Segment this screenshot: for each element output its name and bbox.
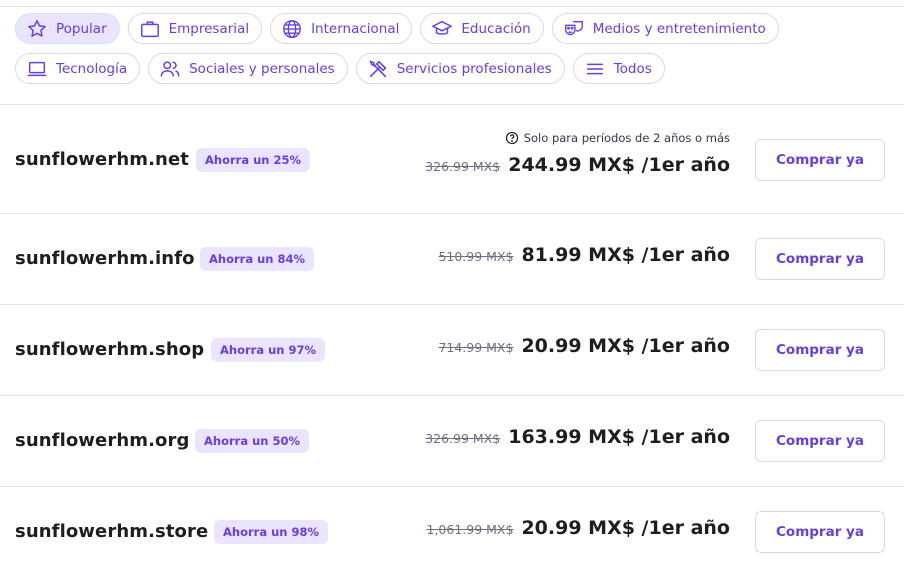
filter-label: Sociales y personales [189,60,335,77]
domain-row-info: sunflowerhm.info Ahorra un 84% 510.99 MX… [0,214,904,305]
star-icon [28,19,46,37]
filter-label: Internacional [311,20,400,37]
discount-badge: Ahorra un 84% [200,247,314,271]
buy-button[interactable]: Comprar ya [755,420,885,462]
category-filters: Popular Empresarial Internacional Educac… [15,13,895,93]
filter-label: Servicios profesionales [396,60,552,77]
domain-name: sunflowerhm.org [15,430,190,451]
discount-badge: Ahorra un 97% [211,338,325,362]
buy-button[interactable]: Comprar ya [755,511,885,553]
price: 510.99 MX$ 81.99 MX$ /1er año [438,244,730,266]
discount-badge: Ahorra un 25% [196,148,310,172]
domain-name: sunflowerhm.info [15,248,195,269]
domain-row-store: sunflowerhm.store Ahorra un 98% 1,061.99… [0,487,904,578]
old-price: 714.99 MX$ [438,340,514,355]
top-divider [0,6,904,7]
domain-row-shop: sunflowerhm.shop Ahorra un 97% 714.99 MX… [0,305,904,396]
menu-icon [586,63,603,74]
filter-label: Tecnología [56,60,128,77]
filter-chip-todos[interactable]: Todos [572,53,665,84]
filter-row-2: Tecnología Sociales y personales Servici… [15,53,895,84]
filter-label: Educación [461,20,531,37]
tools-icon [369,59,387,77]
filter-chip-tecnologia[interactable]: Tecnología [15,53,141,84]
price: 714.99 MX$ 20.99 MX$ /1er año [438,335,730,357]
old-price: 510.99 MX$ [438,249,514,264]
filter-chip-servicios[interactable]: Servicios profesionales [355,53,565,84]
laptop-icon [27,61,47,76]
buy-button[interactable]: Comprar ya [755,238,885,280]
filter-label: Todos [613,60,652,77]
domain-name: sunflowerhm.store [15,521,209,542]
filter-chip-sociales[interactable]: Sociales y personales [148,53,348,84]
filter-row-1: Popular Empresarial Internacional Educac… [15,13,895,44]
buy-button[interactable]: Comprar ya [755,329,885,371]
filter-label: Popular [56,20,107,37]
new-price: 20.99 MX$ /1er año [521,335,730,357]
domain-row-org: sunflowerhm.org Ahorra un 50% 326.99 MX$… [0,396,904,487]
briefcase-icon [140,20,159,37]
new-price: 244.99 MX$ /1er año [508,154,730,176]
filter-chip-popular[interactable]: Popular [15,13,120,44]
people-icon [160,60,180,76]
domain-name: sunflowerhm.shop [15,339,205,360]
graduation-cap-icon [432,20,453,35]
discount-badge: Ahorra un 50% [195,429,309,453]
new-price: 81.99 MX$ /1er año [521,244,730,266]
filter-chip-internacional[interactable]: Internacional [270,13,413,44]
old-price: 1,061.99 MX$ [426,522,514,537]
old-price: 326.99 MX$ [425,431,501,446]
filter-chip-empresarial[interactable]: Empresarial [127,13,263,44]
new-price: 20.99 MX$ /1er año [521,517,730,539]
price: 326.99 MX$ 244.99 MX$ /1er año [425,154,730,176]
discount-badge: Ahorra un 98% [214,520,328,544]
masks-icon [564,20,583,35]
filter-label: Empresarial [168,20,250,37]
price: 1,061.99 MX$ 20.99 MX$ /1er año [427,517,731,539]
filter-chip-medios[interactable]: Medios y entretenimiento [551,13,779,44]
domain-row-net: sunflowerhm.net Ahorra un 25% 326.99 MX$… [0,105,904,214]
buy-button[interactable]: Comprar ya [755,139,885,181]
filter-chip-educacion[interactable]: Educación [420,13,544,44]
domain-name: sunflowerhm.net [15,149,189,170]
price: 326.99 MX$ 163.99 MX$ /1er año [425,426,730,448]
filter-label: Medios y entretenimiento [592,20,766,37]
new-price: 163.99 MX$ /1er año [508,426,730,448]
globe-icon [283,19,302,38]
old-price: 326.99 MX$ [425,159,501,174]
